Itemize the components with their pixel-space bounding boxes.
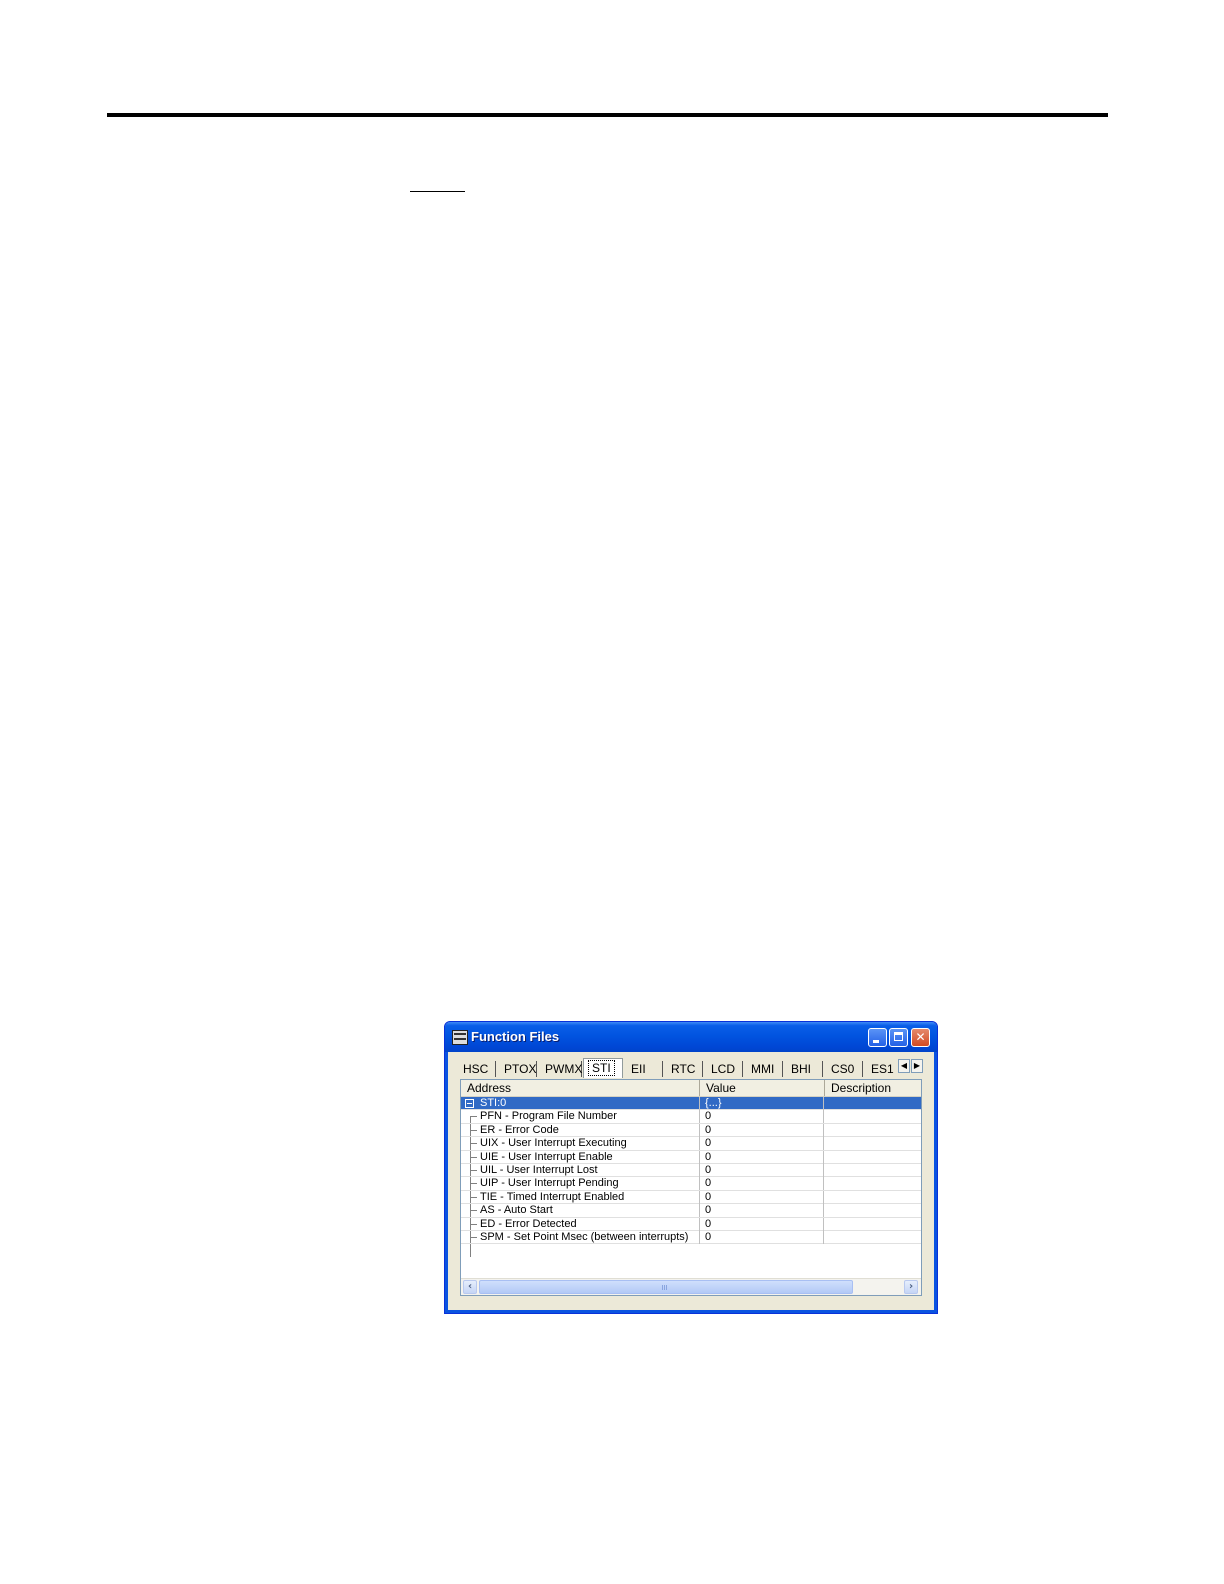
title-bar[interactable]: Function Files ✕	[445, 1022, 937, 1052]
tab-lcd[interactable]: LCD	[703, 1061, 743, 1077]
column-header-description[interactable]: Description	[825, 1080, 921, 1096]
tab-bhi[interactable]: BHI	[783, 1061, 823, 1077]
table-row[interactable]: UIL - User Interrupt Lost 0	[461, 1164, 921, 1178]
tab-ptox[interactable]: PTOX	[496, 1061, 537, 1077]
tab-scroll-left-button[interactable]: ◀	[898, 1059, 910, 1073]
function-file-grid: Address Value Description STI:0 {...} PF…	[460, 1079, 922, 1296]
description-cell[interactable]	[825, 1137, 921, 1150]
tab-strip: HSC PTOX PWMX STI EII RTC LCD MMI BHI CS…	[455, 1058, 931, 1078]
chevron-left-icon: ‹	[467, 1281, 473, 1292]
window-title: Function Files	[471, 1029, 560, 1044]
description-cell[interactable]	[825, 1164, 921, 1177]
address-cell: SPM - Set Point Msec (between interrupts…	[480, 1231, 689, 1243]
arrow-left-icon: ◀	[900, 1061, 908, 1070]
description-cell[interactable]	[825, 1204, 921, 1217]
function-files-window: Function Files ✕ HSC PTOX PWMX STI EII R…	[444, 1021, 938, 1314]
minimize-icon	[873, 1040, 879, 1043]
tab-hsc[interactable]: HSC	[455, 1061, 496, 1077]
table-row[interactable]: ED - Error Detected 0	[461, 1217, 921, 1231]
description-cell[interactable]	[825, 1218, 921, 1231]
table-row[interactable]: UIE - User Interrupt Enable 0	[461, 1150, 921, 1164]
close-button[interactable]: ✕	[911, 1028, 930, 1047]
description-cell[interactable]	[825, 1177, 921, 1190]
page-header-rule	[107, 113, 1108, 117]
tab-mmi[interactable]: MMI	[743, 1061, 783, 1077]
value-cell[interactable]: 0	[700, 1190, 824, 1204]
app-icon	[452, 1030, 468, 1045]
address-cell: STI:0	[480, 1097, 507, 1109]
tab-pwmx[interactable]: PWMX	[537, 1061, 582, 1077]
arrow-right-icon: ▶	[913, 1061, 921, 1070]
table-row[interactable]: UIX - User Interrupt Executing 0	[461, 1137, 921, 1151]
tab-scroll-right-button[interactable]: ▶	[911, 1059, 923, 1073]
scroll-right-button[interactable]: ›	[904, 1280, 918, 1294]
short-rule	[410, 191, 465, 192]
maximize-icon	[894, 1032, 903, 1041]
table-row[interactable]: TIE - Timed Interrupt Enabled 0	[461, 1190, 921, 1205]
grid-header: Address Value Description	[461, 1080, 921, 1097]
tab-sti[interactable]: STI	[583, 1058, 623, 1078]
value-cell[interactable]: 0	[700, 1204, 824, 1218]
table-row[interactable]: UIP - User Interrupt Pending 0	[461, 1177, 921, 1191]
tab-rtc[interactable]: RTC	[663, 1061, 703, 1077]
description-cell[interactable]	[825, 1097, 921, 1110]
column-header-address[interactable]: Address	[461, 1080, 700, 1096]
value-cell[interactable]: 0	[700, 1137, 824, 1151]
minimize-button[interactable]	[868, 1028, 887, 1047]
table-row[interactable]: ER - Error Code 0	[461, 1123, 921, 1138]
tab-es1[interactable]: ES1	[863, 1061, 896, 1077]
tab-eii[interactable]: EII	[623, 1061, 663, 1077]
description-cell[interactable]	[825, 1191, 921, 1204]
address-cell: ER - Error Code	[480, 1123, 559, 1136]
grip-icon	[662, 1285, 668, 1290]
address-cell: TIE - Timed Interrupt Enabled	[480, 1190, 625, 1203]
table-row[interactable]: AS - Auto Start 0	[461, 1204, 921, 1218]
tab-cs0[interactable]: CS0	[823, 1061, 863, 1077]
address-cell: UIE - User Interrupt Enable	[480, 1150, 613, 1163]
address-cell: AS - Auto Start	[480, 1204, 553, 1217]
value-cell[interactable]: 0	[700, 1177, 824, 1191]
description-cell[interactable]	[825, 1231, 921, 1244]
value-cell[interactable]: 0	[700, 1164, 824, 1177]
maximize-button[interactable]	[889, 1028, 908, 1047]
address-cell: PFN - Program File Number	[480, 1110, 617, 1123]
value-cell[interactable]: 0	[700, 1231, 824, 1244]
scrollbar-thumb[interactable]	[479, 1280, 853, 1294]
chevron-right-icon: ›	[908, 1281, 914, 1292]
column-header-value[interactable]: Value	[700, 1080, 825, 1096]
close-icon: ✕	[915, 1030, 926, 1044]
description-cell[interactable]	[825, 1124, 921, 1137]
collapse-icon[interactable]	[465, 1099, 474, 1108]
value-cell[interactable]: 0	[700, 1217, 824, 1231]
table-row[interactable]: PFN - Program File Number 0	[461, 1110, 921, 1124]
value-cell[interactable]: 0	[700, 1110, 824, 1124]
address-cell: UIX - User Interrupt Executing	[480, 1137, 627, 1150]
scroll-left-button[interactable]: ‹	[463, 1280, 477, 1294]
value-cell[interactable]: 0	[700, 1123, 824, 1137]
value-cell[interactable]: 0	[700, 1150, 824, 1164]
description-cell[interactable]	[825, 1110, 921, 1123]
table-row[interactable]: SPM - Set Point Msec (between interrupts…	[461, 1231, 921, 1245]
description-cell[interactable]	[825, 1151, 921, 1164]
address-cell: ED - Error Detected	[480, 1217, 577, 1230]
horizontal-scrollbar[interactable]: ‹ ›	[461, 1278, 921, 1295]
address-cell: UIL - User Interrupt Lost	[480, 1164, 598, 1176]
value-cell[interactable]: {...}	[700, 1097, 824, 1110]
address-cell: UIP - User Interrupt Pending	[480, 1177, 619, 1190]
table-row-sti0[interactable]: STI:0 {...}	[461, 1097, 921, 1111]
